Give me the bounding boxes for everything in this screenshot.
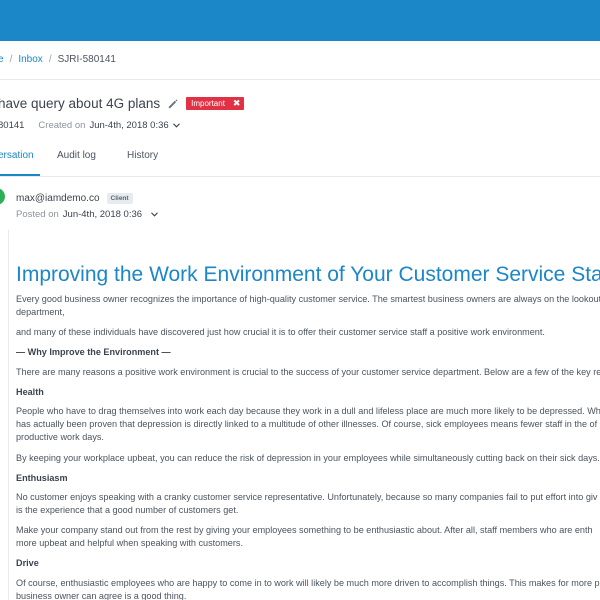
article-heading: Improving the Work Environment of Your C… <box>16 263 600 286</box>
subheading-drive: Drive <box>16 558 39 568</box>
paragraph: and many of these individuals have disco… <box>16 327 545 337</box>
avatar <box>0 188 5 205</box>
paragraph: more upbeat and helpful when speaking wi… <box>16 538 243 548</box>
close-icon[interactable]: ✖ <box>233 98 241 109</box>
paragraph: No customer enjoys speaking with a crank… <box>16 492 598 502</box>
message-posted-row: Posted on Jun-4th, 2018 0:36 <box>16 208 158 221</box>
posted-label: Posted on <box>16 209 59 220</box>
important-tag-label: Important <box>191 98 225 108</box>
divider <box>0 176 600 177</box>
breadcrumb-inbox-link[interactable]: Inbox <box>18 54 42 65</box>
tab-audit-log[interactable]: Audit log <box>57 150 96 161</box>
paragraph: People who have to drag themselves into … <box>16 406 600 416</box>
paragraph: Make your company stand out from the res… <box>16 525 593 535</box>
section-heading: — Why Improve the Environment — <box>16 347 171 357</box>
paragraph: Every good business owner recognizes the… <box>16 294 600 304</box>
top-navigation-bar <box>0 0 600 41</box>
important-tag[interactable]: Important ✖ <box>186 96 245 110</box>
paragraph: has actually been proven that depression… <box>16 419 598 429</box>
paragraph: There are many reasons a positive work e… <box>16 367 600 377</box>
divider <box>0 79 600 80</box>
ticket-meta: 80141 Created on Jun-4th, 2018 0:36 <box>0 119 180 132</box>
posted-date: Jun-4th, 2018 0:36 <box>62 209 143 220</box>
breadcrumb-current: SJRI-580141 <box>57 54 116 65</box>
ticket-title-row: have query about 4G plans Important ✖ <box>0 94 245 112</box>
created-label: Created on <box>38 120 86 131</box>
sender-email[interactable]: max@iamdemo.co <box>16 193 100 204</box>
breadcrumb-separator: / <box>48 54 52 65</box>
client-badge: Client <box>106 192 133 204</box>
chevron-down-icon[interactable] <box>151 212 158 217</box>
paragraph: productive work days. <box>16 432 104 442</box>
breadcrumb: e / Inbox / SJRI-580141 <box>0 54 116 68</box>
paragraph: is the experience that a good number of … <box>16 505 239 515</box>
created-date: Jun-4th, 2018 0:36 <box>89 120 169 131</box>
ticket-title: have query about 4G plans <box>0 95 161 111</box>
pencil-icon[interactable] <box>167 98 178 109</box>
paragraph: business owner can agree is a good thing… <box>16 591 187 600</box>
breadcrumb-separator: / <box>9 54 13 65</box>
subheading-health: Health <box>16 387 44 397</box>
thread-line <box>8 230 9 600</box>
tab-history[interactable]: History <box>127 150 158 161</box>
message-sender-row: max@iamdemo.co Client <box>16 191 133 205</box>
message-body: Improving the Work Environment of Your C… <box>16 262 600 600</box>
paragraph: Of course, enthusiastic employees who ar… <box>16 578 600 588</box>
tab-conversation[interactable]: ersation <box>0 150 34 161</box>
ticket-id: 80141 <box>0 120 25 131</box>
paragraph: department, <box>16 307 65 317</box>
paragraph: By keeping your workplace upbeat, you ca… <box>16 453 600 463</box>
breadcrumb-home-link[interactable]: e <box>0 54 4 65</box>
chevron-down-icon[interactable] <box>172 123 180 128</box>
subheading-enthusiasm: Enthusiasm <box>16 473 68 483</box>
